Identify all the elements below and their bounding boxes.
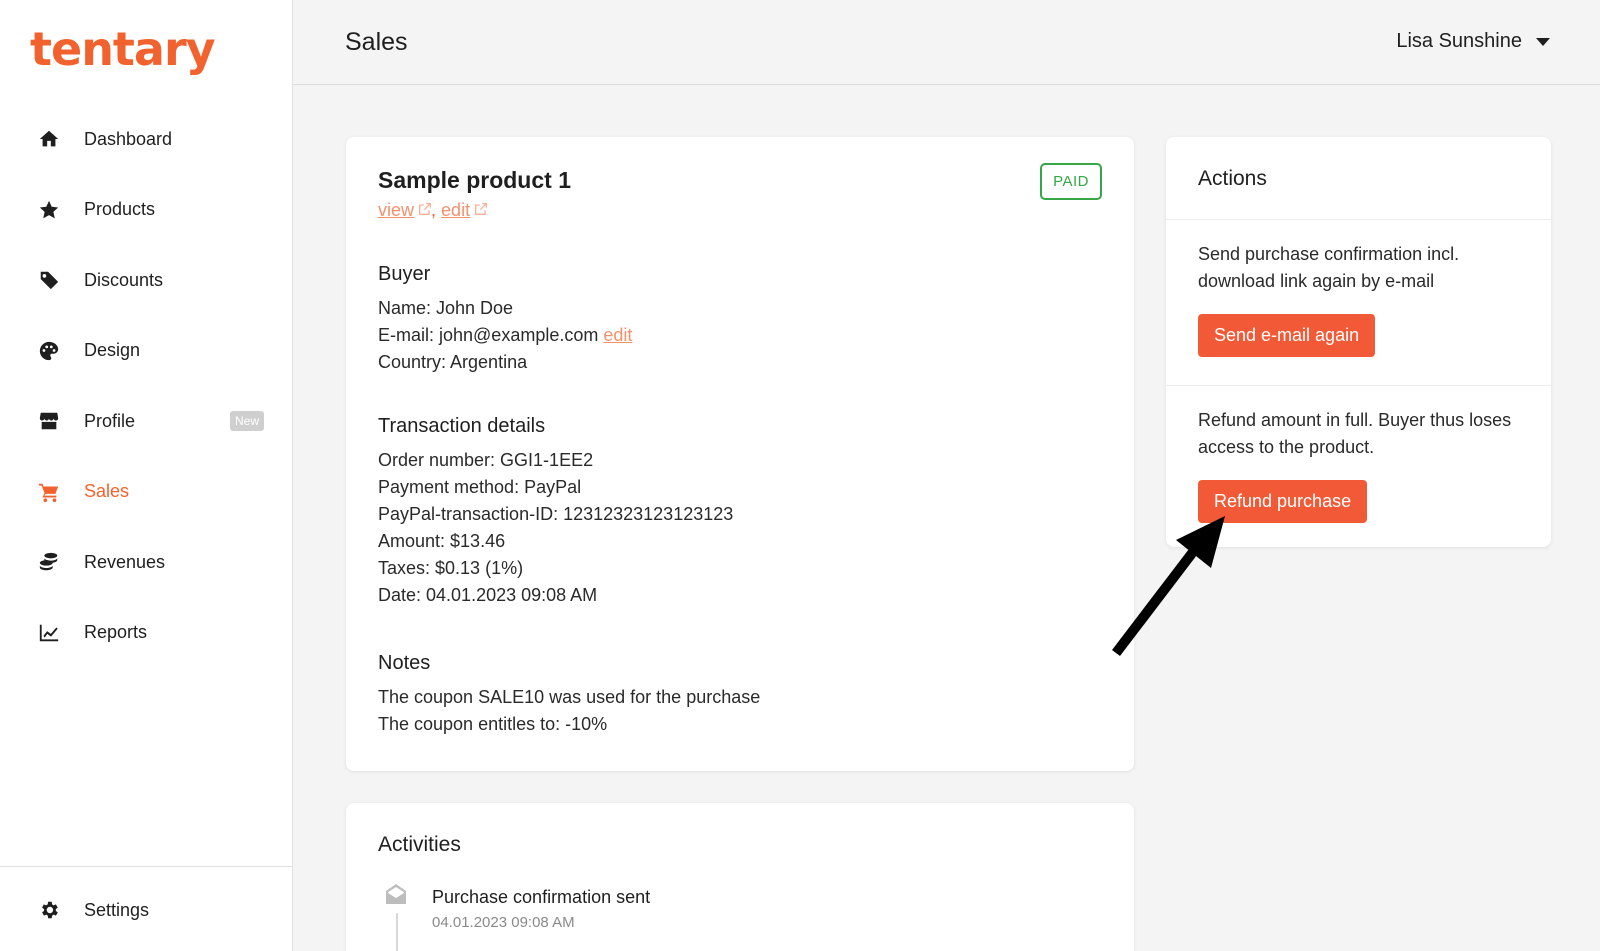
order-number: Order number: GGI1-1EE2 <box>378 450 594 470</box>
buyer-country: Country: Argentina <box>378 352 528 372</box>
refund-description: Refund amount in full. Buyer thus loses … <box>1198 410 1512 457</box>
payment-method: Payment method: PayPal <box>378 477 582 497</box>
edit-email-link[interactable]: edit <box>603 325 632 345</box>
sale-details-card: Sample product 1 view, edit PAID Buyer N… <box>346 137 1134 771</box>
taxes: Taxes: $0.13 (1%) <box>378 558 524 578</box>
sidebar-item-reports[interactable]: Reports <box>0 598 292 669</box>
actions-card: Actions Send purchase confirmation incl.… <box>1166 137 1551 547</box>
view-product-link[interactable]: view <box>378 200 432 220</box>
note-line: The coupon entitles to: -10% <box>378 714 608 734</box>
envelope-open-icon <box>384 883 408 905</box>
buyer-email: E-mail: john@example.com <box>378 325 599 345</box>
sidebar-item-label: Discounts <box>84 269 164 290</box>
top-bar: Sales Lisa Sunshine <box>293 0 1600 85</box>
sidebar-item-label: Sales <box>84 481 130 502</box>
home-icon <box>36 126 62 152</box>
activity-title: Purchase confirmation sent <box>432 887 651 907</box>
sidebar-item-dashboard[interactable]: Dashboard <box>0 104 292 175</box>
divider <box>1166 385 1551 386</box>
tentary-logo[interactable]: tentary <box>30 22 216 76</box>
transaction-details: Order number: GGI1-1EE2 Payment method: … <box>378 447 733 609</box>
status-badge: PAID <box>1040 163 1102 200</box>
amount: Amount: $13.46 <box>378 531 506 551</box>
sidebar-item-sales[interactable]: Sales <box>0 457 292 528</box>
gear-icon <box>36 897 62 923</box>
buyer-email-row: E-mail: john@example.com edit <box>378 322 632 349</box>
activity-date: 04.01.2023 09:08 AM <box>432 914 575 931</box>
sidebar-nav: Dashboard Products Discounts Design Prof… <box>0 104 292 668</box>
sidebar-item-settings[interactable]: Settings <box>0 875 292 946</box>
divider <box>1166 219 1551 220</box>
sidebar-item-label: Reports <box>84 622 148 643</box>
edit-product-link[interactable]: edit <box>441 200 488 220</box>
sidebar-item-label: Settings <box>84 899 150 920</box>
sidebar-item-label: Dashboard <box>84 128 173 149</box>
timeline-line <box>396 913 398 951</box>
sidebar-item-label: Products <box>84 199 156 220</box>
product-title: Sample product 1 <box>378 167 571 193</box>
sidebar-divider <box>0 866 292 867</box>
sidebar: tentary Dashboard Products Discounts Des… <box>0 0 293 951</box>
sidebar-item-label: Revenues <box>84 551 166 572</box>
palette-icon <box>36 338 62 364</box>
transaction-id: PayPal-transaction-ID: 12312323123123123 <box>378 504 734 524</box>
activities-card: Activities Purchase confirmation sent 04… <box>346 803 1134 951</box>
chevron-down-icon <box>1536 37 1550 46</box>
send-email-again-button[interactable]: Send e-mail again <box>1198 314 1376 357</box>
note-line: The coupon SALE10 was used for the purch… <box>378 687 761 707</box>
date: Date: 04.01.2023 09:08 AM <box>378 585 598 605</box>
coins-icon <box>36 549 62 575</box>
buyer-heading: Buyer <box>378 263 431 285</box>
notes-heading: Notes <box>378 652 431 674</box>
resend-description: Send purchase confirmation incl. downloa… <box>1198 244 1460 291</box>
sidebar-item-label: Design <box>84 340 141 361</box>
sidebar-item-profile[interactable]: Profile New <box>0 386 292 457</box>
buyer-info: Name: John Doe E-mail: john@example.com … <box>378 295 632 376</box>
actions-heading: Actions <box>1198 167 1267 190</box>
annotation-arrow-icon <box>1112 516 1225 657</box>
page-title: Sales <box>345 28 408 56</box>
notes-text: The coupon SALE10 was used for the purch… <box>378 684 760 738</box>
external-link-icon <box>473 201 488 215</box>
chart-icon <box>36 620 62 646</box>
new-badge: New <box>230 411 265 432</box>
sidebar-item-discounts[interactable]: Discounts <box>0 245 292 316</box>
product-links: view, edit <box>378 200 488 221</box>
transaction-heading: Transaction details <box>378 415 546 437</box>
sidebar-item-revenues[interactable]: Revenues <box>0 527 292 598</box>
user-name: Lisa Sunshine <box>1396 30 1522 52</box>
sidebar-item-design[interactable]: Design <box>0 316 292 387</box>
activities-heading: Activities <box>378 833 461 856</box>
user-menu[interactable]: Lisa Sunshine <box>1396 30 1550 53</box>
sidebar-item-products[interactable]: Products <box>0 175 292 246</box>
cart-icon <box>36 479 62 505</box>
buyer-name: Name: John Doe <box>378 298 514 318</box>
star-icon <box>36 197 62 223</box>
store-icon <box>36 408 62 434</box>
external-link-icon <box>417 201 432 215</box>
sidebar-item-label: Profile <box>84 410 136 431</box>
tag-icon <box>36 267 62 293</box>
